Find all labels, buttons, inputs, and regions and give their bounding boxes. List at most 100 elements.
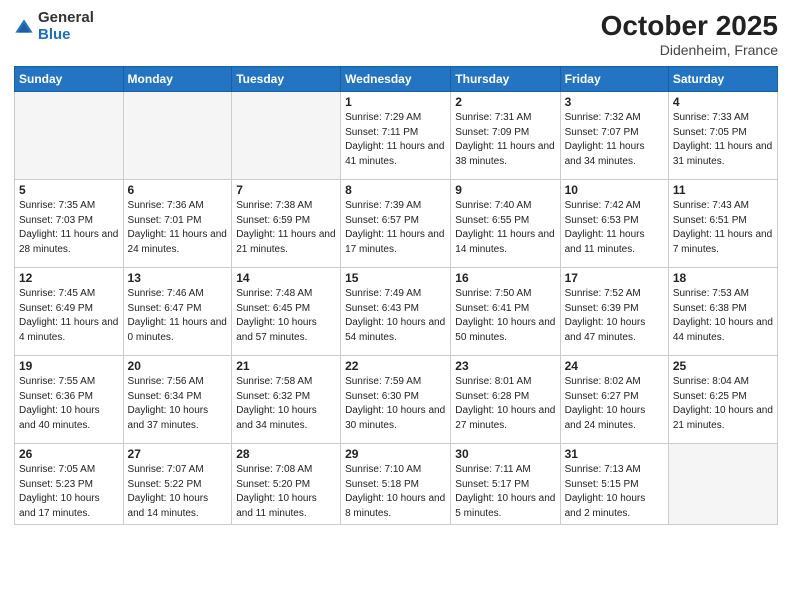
table-row: 23 Sunrise: 8:01 AMSunset: 6:28 PMDayligh… xyxy=(451,356,560,444)
day-number: 22 xyxy=(345,359,446,373)
logo-text: General Blue xyxy=(38,10,94,43)
day-number: 20 xyxy=(128,359,228,373)
col-sunday: Sunday xyxy=(15,67,124,92)
table-row: 14 Sunrise: 7:48 AMSunset: 6:45 PMDayligh… xyxy=(232,268,341,356)
table-row: 22 Sunrise: 7:59 AMSunset: 6:30 PMDayligh… xyxy=(341,356,451,444)
day-number: 7 xyxy=(236,183,336,197)
day-info: Sunrise: 7:42 AMSunset: 6:53 PMDaylight:… xyxy=(565,199,664,257)
day-info: Sunrise: 7:55 AMSunset: 6:36 PMDaylight:… xyxy=(19,375,119,433)
day-info: Sunrise: 7:33 AMSunset: 7:05 PMDaylight:… xyxy=(673,111,773,169)
table-row: 6Sunrise: 7:36 AMSunset: 7:01 PMDaylight… xyxy=(123,180,232,268)
day-info: Sunrise: 7:13 AMSunset: 5:15 PMDaylight:… xyxy=(565,463,664,521)
col-wednesday: Wednesday xyxy=(341,67,451,92)
day-info: Sunrise: 7:32 AMSunset: 7:07 PMDaylight:… xyxy=(565,111,664,169)
table-row: 7 Sunrise: 7:38 AMSunset: 6:59 PMDaylight… xyxy=(232,180,341,268)
table-row: 18 Sunrise: 7:53 AMSunset: 6:38 PMDayligh… xyxy=(668,268,777,356)
day-info: Sunrise: 7:56 AMSunset: 6:34 PMDaylight:… xyxy=(128,375,228,433)
day-info: Sunrise: 7:50 AMSunset: 6:41 PMDaylight:… xyxy=(455,287,555,345)
day-info: Sunrise: 7:39 AMSunset: 6:57 PMDaylight:… xyxy=(345,199,446,257)
col-tuesday: Tuesday xyxy=(232,67,341,92)
day-info: Sunrise: 8:02 AMSunset: 6:27 PMDaylight:… xyxy=(565,375,664,433)
table-row: 17 Sunrise: 7:52 AMSunset: 6:39 PMDayligh… xyxy=(560,268,668,356)
day-number: 15 xyxy=(345,271,446,285)
day-info: Sunrise: 7:46 AMSunset: 6:47 PMDaylight:… xyxy=(128,287,228,345)
col-monday: Monday xyxy=(123,67,232,92)
day-info: Sunrise: 8:01 AMSunset: 6:28 PMDaylight:… xyxy=(455,375,555,433)
calendar-title: October 2025 xyxy=(601,10,778,42)
day-number: 24 xyxy=(565,359,664,373)
table-row: 16Sunrise: 7:50 AMSunset: 6:41 PMDayligh… xyxy=(451,268,560,356)
calendar-week-row: 12 Sunrise: 7:45 AMSunset: 6:49 PMDayligh… xyxy=(15,268,778,356)
calendar-week-row: 1 Sunrise: 7:29 AMSunset: 7:11 PMDaylight… xyxy=(15,92,778,180)
day-number: 23 xyxy=(455,359,555,373)
day-number: 29 xyxy=(345,447,446,461)
day-info: Sunrise: 7:40 AMSunset: 6:55 PMDaylight:… xyxy=(455,199,555,257)
table-row: 11Sunrise: 7:43 AMSunset: 6:51 PMDayligh… xyxy=(668,180,777,268)
day-number: 3 xyxy=(565,95,664,109)
table-row: 12 Sunrise: 7:45 AMSunset: 6:49 PMDayligh… xyxy=(15,268,124,356)
day-info: Sunrise: 7:53 AMSunset: 6:38 PMDaylight:… xyxy=(673,287,773,345)
col-friday: Friday xyxy=(560,67,668,92)
title-block: October 2025 Didenheim, France xyxy=(601,10,778,58)
day-number: 31 xyxy=(565,447,664,461)
table-row: 21Sunrise: 7:58 AMSunset: 6:32 PMDayligh… xyxy=(232,356,341,444)
calendar-week-row: 26 Sunrise: 7:05 AMSunset: 5:23 PMDayligh… xyxy=(15,444,778,525)
day-number: 28 xyxy=(236,447,336,461)
day-info: Sunrise: 7:31 AMSunset: 7:09 PMDaylight:… xyxy=(455,111,555,169)
day-number: 18 xyxy=(673,271,773,285)
day-number: 10 xyxy=(565,183,664,197)
table-row: 24 Sunrise: 8:02 AMSunset: 6:27 PMDayligh… xyxy=(560,356,668,444)
day-number: 1 xyxy=(345,95,446,109)
day-info: Sunrise: 7:52 AMSunset: 6:39 PMDaylight:… xyxy=(565,287,664,345)
table-row xyxy=(123,92,232,180)
day-info: Sunrise: 7:11 AMSunset: 5:17 PMDaylight:… xyxy=(455,463,555,521)
calendar-header-row: Sunday Monday Tuesday Wednesday Thursday… xyxy=(15,67,778,92)
day-info: Sunrise: 7:05 AMSunset: 5:23 PMDaylight:… xyxy=(19,463,119,521)
calendar-week-row: 19 Sunrise: 7:55 AMSunset: 6:36 PMDayligh… xyxy=(15,356,778,444)
day-info: Sunrise: 7:10 AMSunset: 5:18 PMDaylight:… xyxy=(345,463,446,521)
table-row: 31 Sunrise: 7:13 AMSunset: 5:15 PMDayligh… xyxy=(560,444,668,525)
table-row: 3 Sunrise: 7:32 AMSunset: 7:07 PMDaylight… xyxy=(560,92,668,180)
logo: General Blue xyxy=(14,10,94,43)
logo-blue-text: Blue xyxy=(38,27,94,44)
day-number: 14 xyxy=(236,271,336,285)
calendar-subtitle: Didenheim, France xyxy=(601,42,778,58)
day-number: 26 xyxy=(19,447,119,461)
day-info: Sunrise: 7:48 AMSunset: 6:45 PMDaylight:… xyxy=(236,287,336,345)
col-saturday: Saturday xyxy=(668,67,777,92)
day-number: 2 xyxy=(455,95,555,109)
table-row: 30Sunrise: 7:11 AMSunset: 5:17 PMDayligh… xyxy=(451,444,560,525)
table-row: 13 Sunrise: 7:46 AMSunset: 6:47 PMDayligh… xyxy=(123,268,232,356)
table-row: 8 Sunrise: 7:39 AMSunset: 6:57 PMDaylight… xyxy=(341,180,451,268)
day-info: Sunrise: 7:35 AMSunset: 7:03 PMDaylight:… xyxy=(19,199,119,257)
table-row: 20 Sunrise: 7:56 AMSunset: 6:34 PMDayligh… xyxy=(123,356,232,444)
table-row: 25Sunrise: 8:04 AMSunset: 6:25 PMDayligh… xyxy=(668,356,777,444)
table-row: 15 Sunrise: 7:49 AMSunset: 6:43 PMDayligh… xyxy=(341,268,451,356)
day-number: 17 xyxy=(565,271,664,285)
table-row: 27Sunrise: 7:07 AMSunset: 5:22 PMDayligh… xyxy=(123,444,232,525)
day-info: Sunrise: 7:58 AMSunset: 6:32 PMDaylight:… xyxy=(236,375,336,433)
table-row: 19 Sunrise: 7:55 AMSunset: 6:36 PMDayligh… xyxy=(15,356,124,444)
page: General Blue October 2025 Didenheim, Fra… xyxy=(0,0,792,612)
day-number: 11 xyxy=(673,183,773,197)
day-info: Sunrise: 7:08 AMSunset: 5:20 PMDaylight:… xyxy=(236,463,336,521)
day-info: Sunrise: 7:45 AMSunset: 6:49 PMDaylight:… xyxy=(19,287,119,345)
day-info: Sunrise: 7:29 AMSunset: 7:11 PMDaylight:… xyxy=(345,111,446,169)
logo-general-text: General xyxy=(38,10,94,27)
table-row: 1 Sunrise: 7:29 AMSunset: 7:11 PMDaylight… xyxy=(341,92,451,180)
day-info: Sunrise: 7:49 AMSunset: 6:43 PMDaylight:… xyxy=(345,287,446,345)
table-row: 26 Sunrise: 7:05 AMSunset: 5:23 PMDayligh… xyxy=(15,444,124,525)
day-number: 8 xyxy=(345,183,446,197)
table-row xyxy=(668,444,777,525)
day-number: 6 xyxy=(128,183,228,197)
day-info: Sunrise: 7:59 AMSunset: 6:30 PMDaylight:… xyxy=(345,375,446,433)
day-number: 12 xyxy=(19,271,119,285)
day-number: 4 xyxy=(673,95,773,109)
day-number: 19 xyxy=(19,359,119,373)
table-row xyxy=(232,92,341,180)
day-number: 25 xyxy=(673,359,773,373)
day-number: 13 xyxy=(128,271,228,285)
calendar-table: Sunday Monday Tuesday Wednesday Thursday… xyxy=(14,66,778,525)
table-row: 9Sunrise: 7:40 AMSunset: 6:55 PMDaylight… xyxy=(451,180,560,268)
day-info: Sunrise: 7:38 AMSunset: 6:59 PMDaylight:… xyxy=(236,199,336,257)
